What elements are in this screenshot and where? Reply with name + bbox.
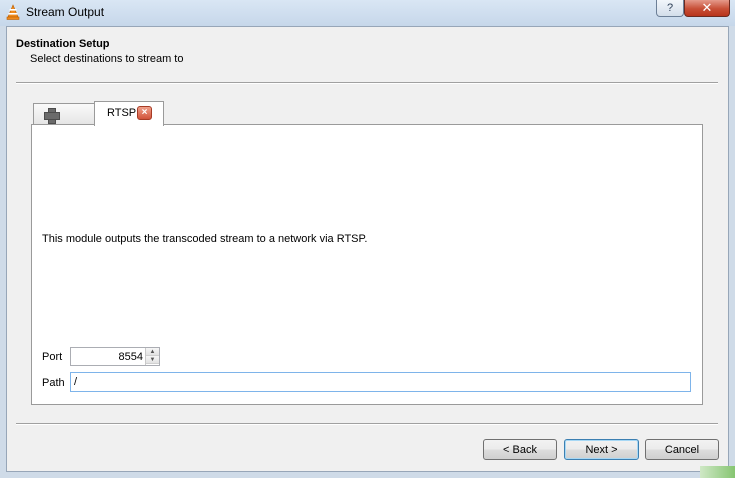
dialog-body: Destination Setup Select destinations to… [6, 26, 729, 472]
close-icon: ✕ [701, 0, 713, 15]
rtsp-tab-page: This module outputs the transcoded strea… [31, 124, 703, 405]
module-description: This module outputs the transcoded strea… [42, 233, 368, 245]
plus-icon [44, 108, 60, 124]
tab-label: RTSP [107, 107, 137, 119]
window-title: Stream Output [26, 5, 105, 19]
vlc-cone-icon [6, 4, 20, 20]
header-divider [16, 82, 718, 84]
background-taskbar-glow [700, 466, 735, 478]
port-label: Port [42, 351, 63, 363]
cancel-button[interactable]: Cancel [645, 439, 719, 460]
tab-add-destination[interactable] [33, 103, 95, 125]
path-input[interactable] [70, 372, 691, 392]
page-subtitle: Select destinations to stream to [30, 53, 184, 65]
next-button[interactable]: Next > [564, 439, 639, 460]
path-label: Path [42, 377, 65, 389]
close-window-button[interactable]: ✕ [684, 0, 730, 17]
back-button[interactable]: < Back [483, 439, 557, 460]
spin-arrows: ▲ ▼ [145, 348, 159, 365]
port-spinbox[interactable]: 8554 ▲ ▼ [70, 347, 160, 366]
spin-down-icon[interactable]: ▼ [146, 356, 159, 364]
help-button[interactable]: ? [656, 0, 684, 17]
spin-up-icon[interactable]: ▲ [146, 348, 159, 356]
help-icon: ? [666, 2, 674, 14]
tab-rtsp[interactable]: RTSP × [94, 101, 164, 126]
page-title: Destination Setup [16, 38, 110, 50]
title-bar[interactable]: Stream Output ? ✕ [0, 0, 735, 26]
close-tab-icon[interactable]: × [137, 106, 152, 120]
footer-divider [16, 423, 718, 425]
port-value: 8554 [118, 351, 143, 363]
